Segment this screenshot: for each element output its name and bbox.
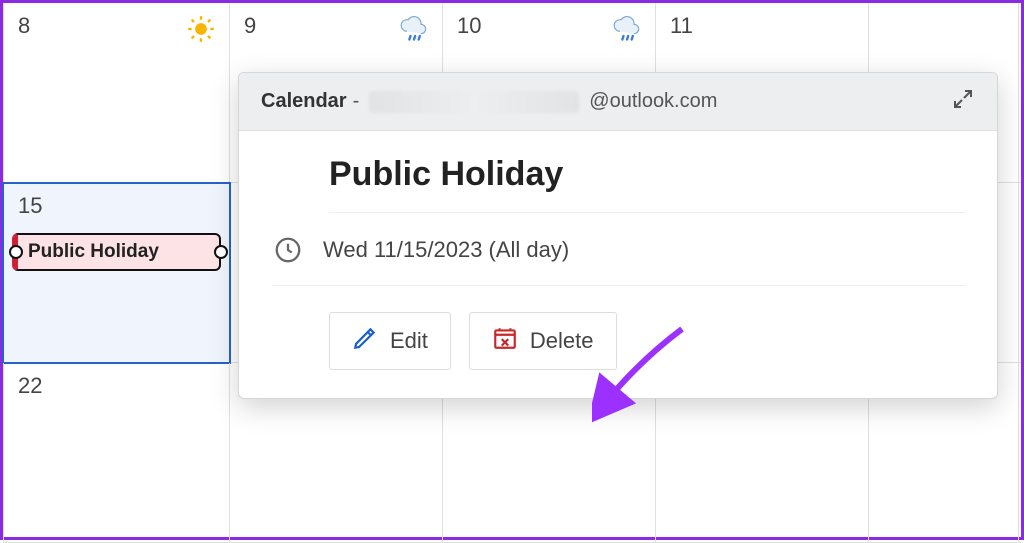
redacted-email-user — [369, 91, 579, 113]
popup-calendar-label: Calendar — [261, 90, 347, 113]
day-number: 9 — [244, 13, 256, 38]
event-title: Public Holiday — [28, 241, 159, 262]
event-resize-handle-right[interactable] — [214, 245, 228, 259]
popup-email-domain: @outlook.com — [589, 90, 717, 113]
popup-body: Public Holiday Wed 11/15/2023 (All day) … — [239, 131, 997, 398]
popup-dash: - — [353, 90, 360, 113]
event-date-text: Wed 11/15/2023 (All day) — [323, 237, 569, 263]
edit-label: Edit — [390, 328, 428, 354]
event-resize-handle-left[interactable] — [9, 245, 23, 259]
day-number: 10 — [457, 13, 481, 38]
popup-calendar-title: Calendar - @outlook.com — [261, 90, 717, 113]
sunny-icon — [187, 15, 215, 48]
pencil-icon — [352, 325, 378, 357]
day-cell[interactable]: 22 — [3, 363, 230, 543]
day-number: 15 — [18, 193, 42, 218]
clock-icon — [273, 235, 303, 265]
delete-button[interactable]: Delete — [469, 312, 617, 370]
expand-icon[interactable] — [951, 87, 975, 116]
day-number: 8 — [18, 13, 30, 38]
edit-button[interactable]: Edit — [329, 312, 451, 370]
day-number: 22 — [18, 373, 42, 398]
event-popup: Calendar - @outlook.com Public Holiday W… — [238, 72, 998, 399]
event-title-heading: Public Holiday — [329, 155, 965, 213]
popup-header: Calendar - @outlook.com — [239, 73, 997, 131]
event-date-row: Wed 11/15/2023 (All day) — [273, 213, 965, 286]
day-number: 11 — [670, 13, 693, 38]
rain-icon — [400, 15, 428, 48]
delete-label: Delete — [530, 328, 594, 354]
day-cell-selected[interactable]: 15 Public Holiday — [3, 183, 230, 363]
rain-icon — [613, 15, 641, 48]
popup-actions: Edit Delete — [273, 286, 965, 370]
day-cell[interactable]: 8 — [3, 3, 230, 183]
calendar-event[interactable]: Public Holiday — [12, 233, 221, 271]
delete-calendar-icon — [492, 325, 518, 357]
